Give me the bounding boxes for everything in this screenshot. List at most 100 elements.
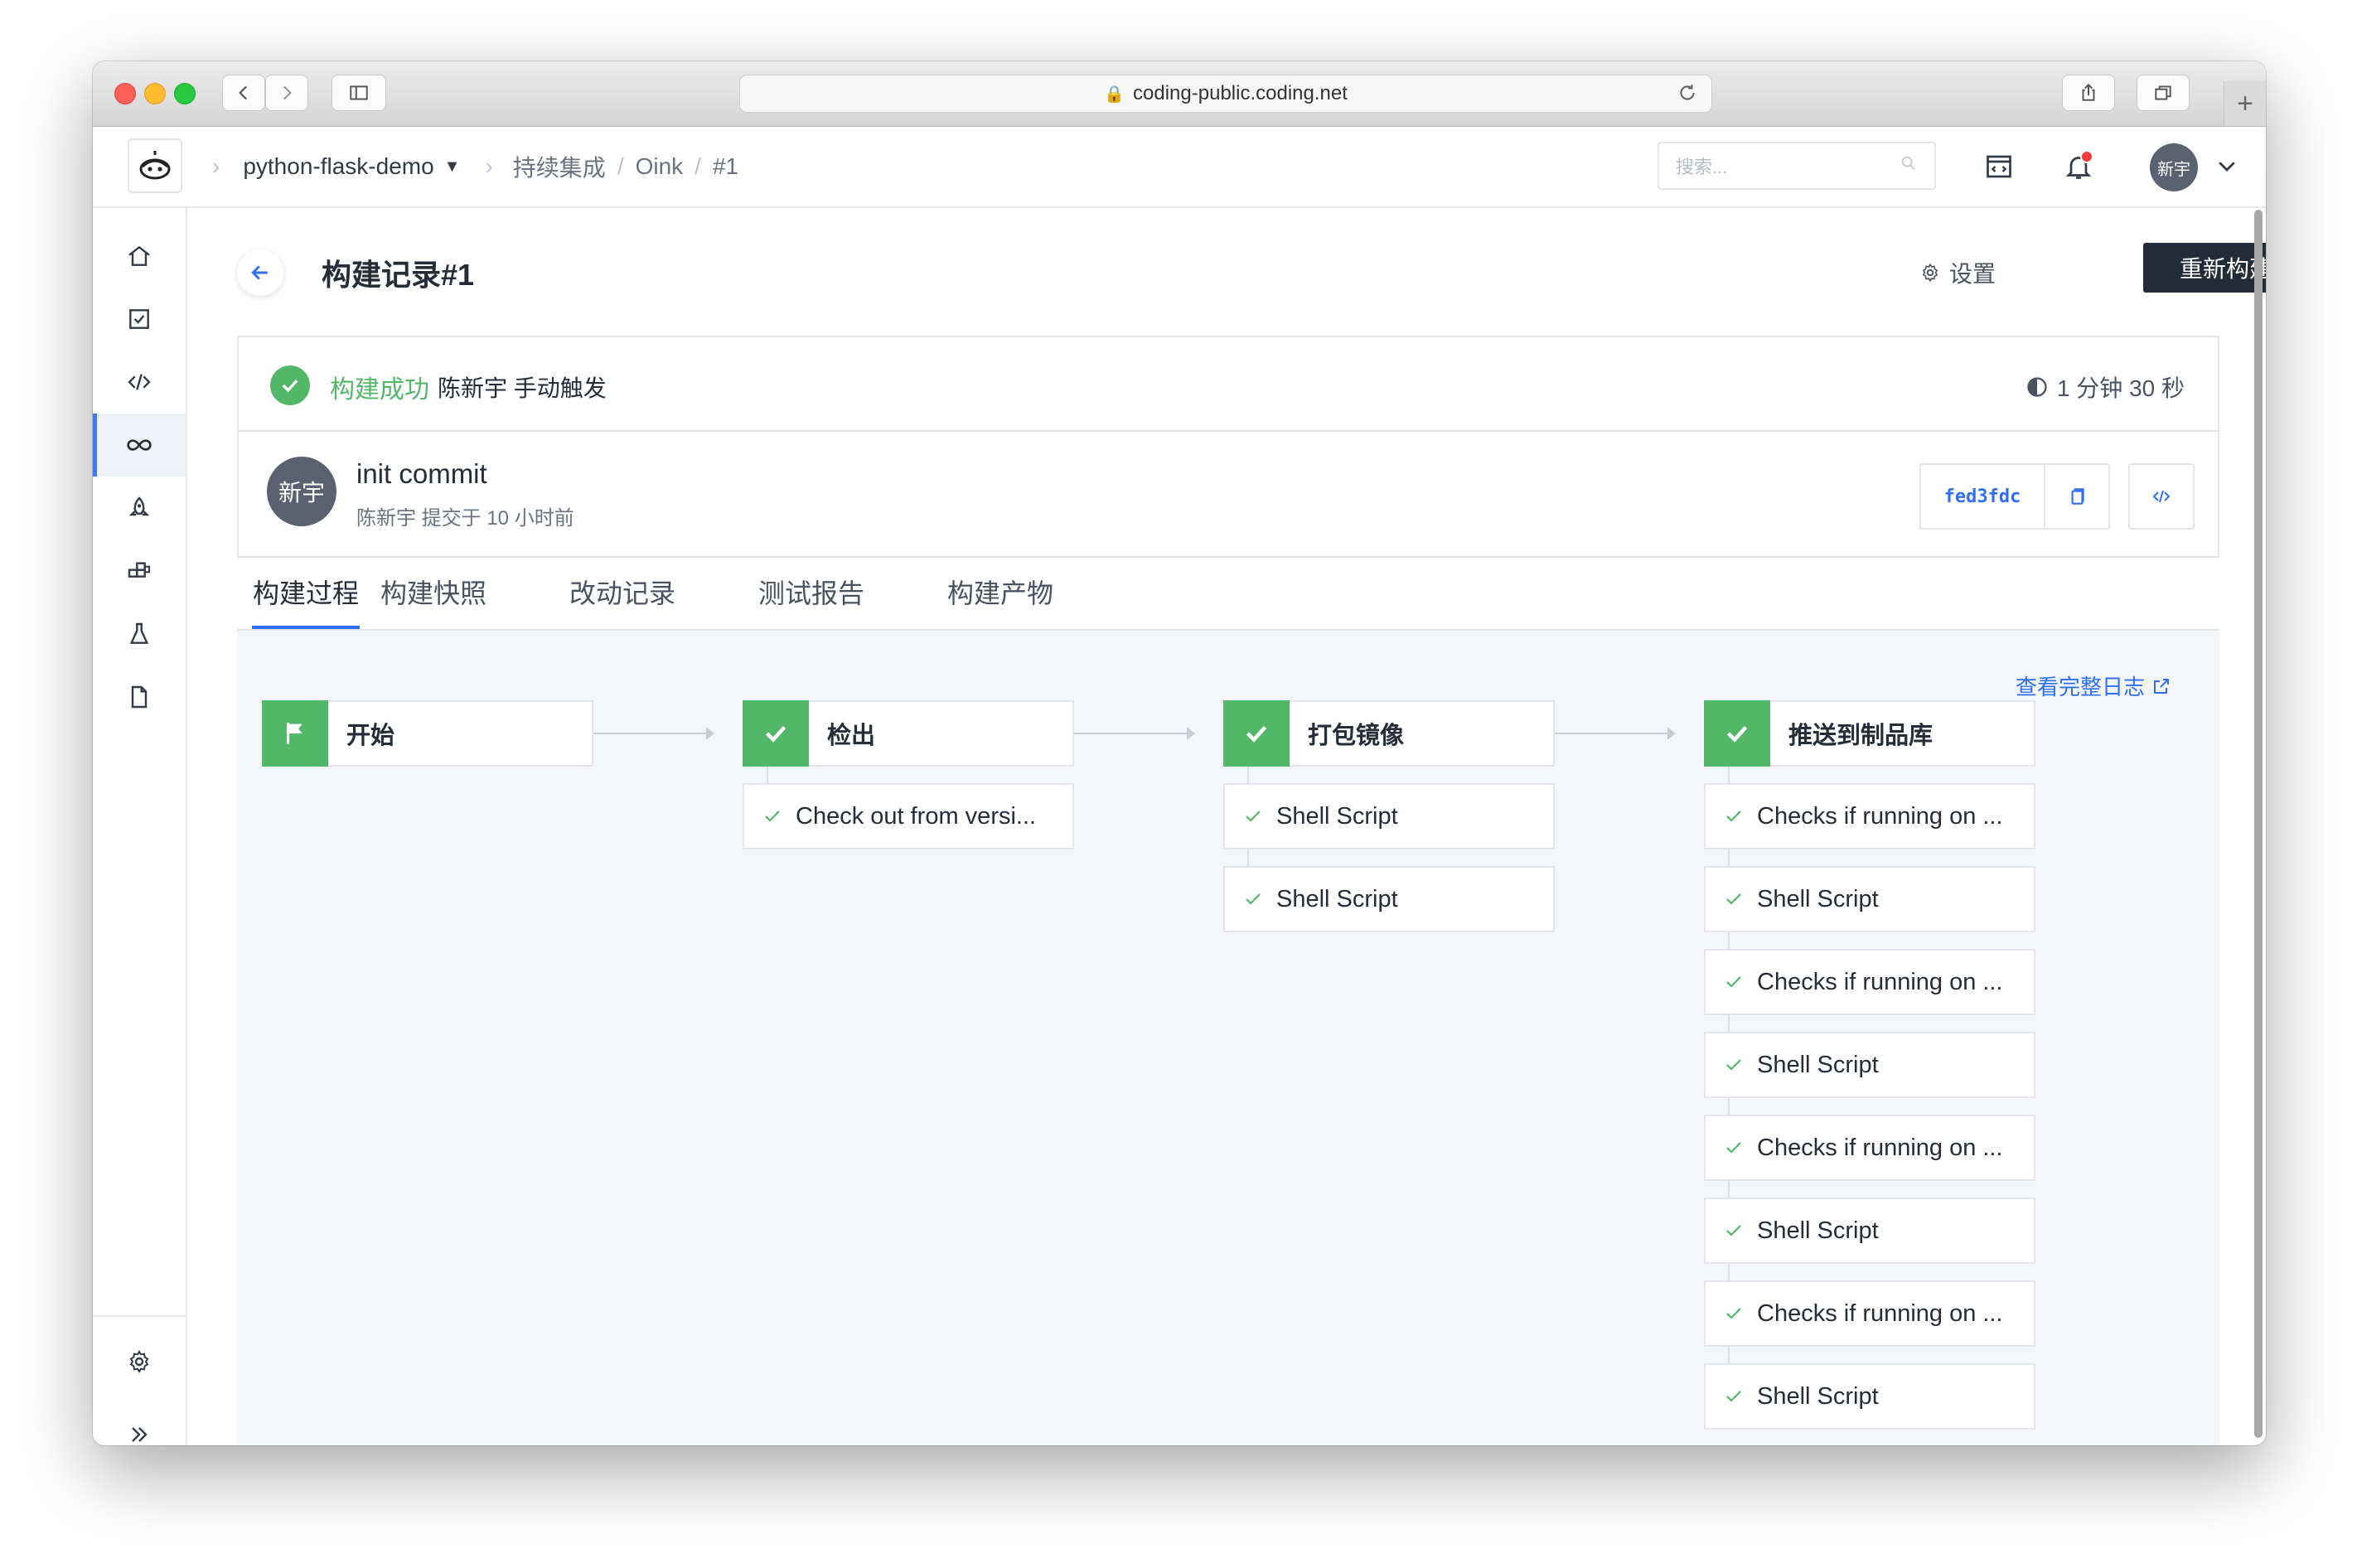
breadcrumb-ci[interactable]: 持续集成 <box>513 150 606 183</box>
pipeline-step[interactable]: Shell Script <box>1223 866 1555 932</box>
pipeline-step[interactable]: Shell Script <box>1704 1198 2035 1264</box>
double-chevron-right-icon <box>132 1427 148 1442</box>
sidebar-item-code[interactable] <box>93 351 186 414</box>
caret-down-icon[interactable]: ▼ <box>444 157 461 177</box>
settings-link[interactable]: 设置 <box>1919 256 1996 289</box>
back-button[interactable] <box>237 249 283 296</box>
tab-test-report[interactable]: 测试报告 <box>757 573 865 627</box>
tabs-overview-button[interactable] <box>2137 75 2190 111</box>
minimize-window-button[interactable] <box>144 83 166 104</box>
lock-icon: 🔒 <box>1104 85 1125 104</box>
pipeline-stage[interactable]: 打包镜像 <box>1223 700 1555 767</box>
notifications-button[interactable] <box>2059 147 2098 186</box>
sidebar-item-artifacts[interactable] <box>93 540 186 603</box>
step-name: Checks if running on ... <box>1757 968 2003 995</box>
sidebar-item-tasks[interactable] <box>93 288 186 351</box>
pipeline-canvas: 查看完整日志 开始 检出 Check out from versi... 打包镜… <box>237 631 2219 1445</box>
check-icon <box>1724 972 1745 992</box>
sidebar-item-testing[interactable] <box>93 603 186 665</box>
user-avatar[interactable]: 新宇 <box>2150 143 2198 191</box>
clock-icon <box>2027 377 2047 397</box>
copy-sha-button[interactable] <box>2045 465 2108 528</box>
project-selector[interactable]: python-flask-demo <box>243 153 433 180</box>
step-name: Checks if running on ... <box>1757 802 2003 830</box>
address-bar[interactable]: 🔒 coding-public.coding.net <box>739 75 1712 113</box>
new-tab-button[interactable]: + <box>2224 81 2266 126</box>
stage-name: 检出 <box>827 723 876 749</box>
sidebar-expand-button[interactable] <box>93 1403 186 1445</box>
copy-icon <box>2071 488 2084 505</box>
rebuild-button[interactable]: 重新构建 <box>2143 243 2266 293</box>
check-icon <box>1223 700 1290 767</box>
browser-forward-button[interactable] <box>265 75 308 111</box>
chevron-down-icon[interactable] <box>2214 153 2239 182</box>
check-icon <box>762 806 784 826</box>
step-name: Shell Script <box>1276 885 1398 912</box>
settings-label: 设置 <box>1949 261 1996 287</box>
build-trigger: 陈新宇 手动触发 <box>438 375 607 401</box>
full-log-link[interactable]: 查看完整日志 <box>2016 670 2171 701</box>
pipeline-step[interactable]: Shell Script <box>1704 1032 2035 1098</box>
close-window-button[interactable] <box>114 83 136 104</box>
sidebar-item-home[interactable] <box>93 225 186 288</box>
pipeline-stage[interactable]: 推送到制品库 <box>1704 700 2035 767</box>
notification-dot <box>2080 150 2093 163</box>
search-input[interactable]: 搜索... <box>1658 142 1936 190</box>
pipeline-stage[interactable]: 检出 <box>743 700 1074 767</box>
pipeline-step[interactable]: Checks if running on ... <box>1704 949 2035 1015</box>
zoom-window-button[interactable] <box>174 83 196 104</box>
commit-meta: 陈新宇 提交于 10 小时前 <box>356 507 574 530</box>
full-log-label: 查看完整日志 <box>2015 675 2145 699</box>
share-button[interactable] <box>2062 75 2115 111</box>
stage-name: 推送到制品库 <box>1788 723 1934 749</box>
page-title: 构建记录#1 <box>322 258 475 292</box>
stage-name: 开始 <box>346 723 395 749</box>
step-name: Checks if running on ... <box>1757 1299 2003 1327</box>
sidebar-toggle-button[interactable] <box>332 75 386 111</box>
reload-icon[interactable] <box>1677 82 1698 109</box>
sidebar-item-ci[interactable] <box>93 414 186 477</box>
pipeline-step[interactable]: Checks if running on ... <box>1704 1115 2035 1181</box>
logo-icon <box>139 151 171 180</box>
tabs-icon <box>2155 85 2171 100</box>
browse-code-button[interactable] <box>2128 463 2195 530</box>
breadcrumb-job[interactable]: Oink <box>636 153 684 180</box>
step-name: Checks if running on ... <box>1757 1134 2003 1161</box>
breadcrumb-separator: › <box>212 153 220 179</box>
tab-artifacts[interactable]: 构建产物 <box>946 573 1054 627</box>
sidebar-item-settings[interactable] <box>93 1330 186 1393</box>
browser-back-button[interactable] <box>222 75 265 111</box>
tab-build-snapshot[interactable]: 构建快照 <box>380 573 487 627</box>
commit-sha[interactable]: fed3fdc <box>1921 465 2045 528</box>
workspace-button[interactable] <box>1979 147 2019 186</box>
pipeline-step[interactable]: Shell Script <box>1704 866 2035 932</box>
sidebar-item-deploy[interactable] <box>93 477 186 540</box>
pipeline-step[interactable]: Shell Script <box>1223 783 1555 849</box>
pipeline-step[interactable]: Checks if running on ... <box>1704 1280 2035 1347</box>
pipeline-step[interactable]: Checks if running on ... <box>1704 783 2035 849</box>
commit-message: init commit <box>356 458 487 489</box>
packages-icon <box>128 562 151 578</box>
rocket-icon <box>128 496 150 516</box>
pipeline-step[interactable]: Check out from versi... <box>743 783 1074 849</box>
commit-author-avatar: 新宇 <box>267 457 336 526</box>
left-sidebar <box>93 208 187 1445</box>
tab-changes[interactable]: 改动记录 <box>569 573 676 627</box>
pipeline-step[interactable]: Shell Script <box>1704 1363 2035 1430</box>
stage-name: 打包镜像 <box>1308 723 1405 749</box>
check-icon <box>1724 889 1745 909</box>
coding-logo[interactable] <box>128 138 182 193</box>
step-name: Shell Script <box>1757 885 1879 912</box>
tab-build-process[interactable]: 构建过程 <box>252 573 360 629</box>
pipeline-stage[interactable]: 开始 <box>262 700 593 767</box>
sidebar-item-docs[interactable] <box>93 665 186 728</box>
commit-card: 新宇 init commit 陈新宇 提交于 10 小时前 fed3fdc <box>237 430 2219 558</box>
home-icon <box>128 245 150 266</box>
check-icon <box>1243 889 1265 909</box>
flag-icon <box>262 700 328 767</box>
build-result: 构建成功 <box>330 376 429 404</box>
calendar-icon <box>1987 155 2011 178</box>
top-navigation: › python-flask-demo ▼ › 持续集成 / Oink / #1… <box>93 127 2266 208</box>
vertical-scrollbar[interactable] <box>2254 210 2263 1438</box>
share-icon <box>2082 83 2095 101</box>
